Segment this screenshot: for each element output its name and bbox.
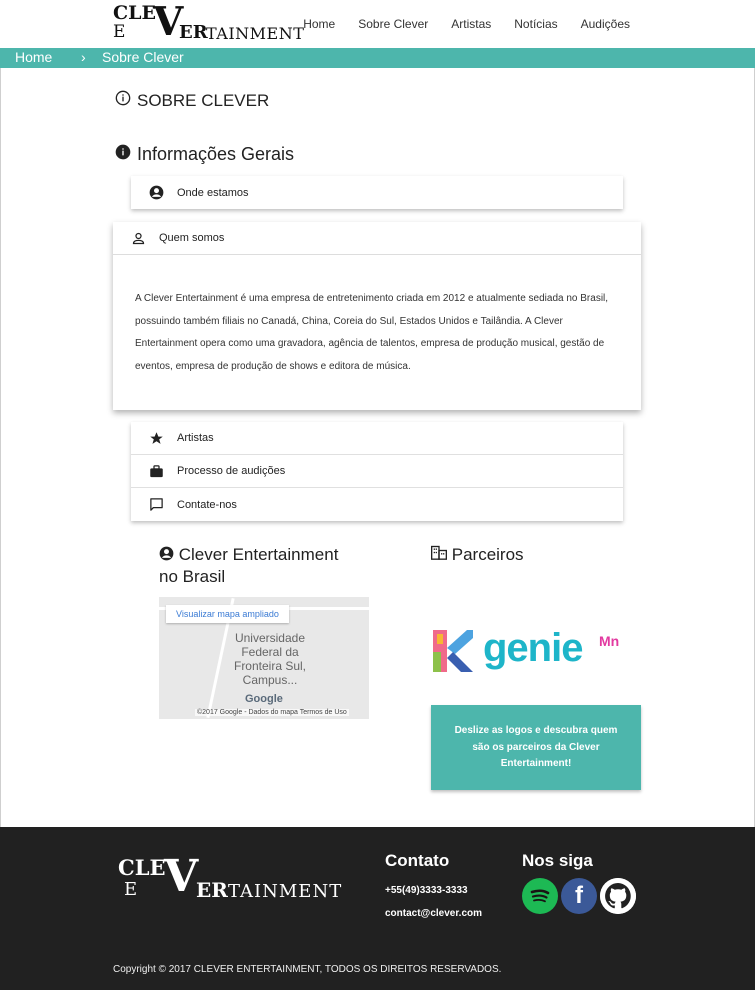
briefcase-icon	[145, 460, 167, 482]
chat-icon	[145, 494, 167, 516]
brasil-title: Clever Entertainment no Brasil	[159, 544, 369, 587]
person-icon	[127, 227, 149, 249]
logo-part: CLE	[113, 2, 156, 24]
nav-noticias[interactable]: Notícias	[514, 17, 557, 31]
contact-email[interactable]: contact@clever.com	[385, 908, 482, 919]
spotify-icon[interactable]	[522, 878, 558, 914]
business-icon	[431, 544, 447, 565]
collapsible-body: A Clever Entertainment é uma empresa de …	[135, 293, 609, 372]
collapsible-header-quem-somos[interactable]: Quem somos	[113, 222, 641, 255]
breadcrumb-home[interactable]: Home	[15, 49, 52, 65]
info-icon	[115, 144, 131, 165]
chevron-right-icon: ›	[81, 49, 86, 65]
collapsible-label: Contate-nos	[177, 498, 237, 511]
header: CLE V E ER TAINMENT Home Sobre Clever Ar…	[0, 0, 755, 48]
github-icon[interactable]	[600, 878, 636, 914]
breadcrumb-current: Sobre Clever	[102, 49, 184, 65]
facebook-icon[interactable]: f	[561, 878, 597, 914]
footer-logo[interactable]: CLE V E ER TAINMENT	[118, 855, 348, 905]
nav-home[interactable]: Home	[303, 17, 335, 31]
map-place-label: Universidade Federal da Fronteira Sul, C…	[233, 631, 307, 687]
google-logo: Google	[245, 693, 283, 705]
logo-part: E	[113, 22, 126, 42]
star-icon	[145, 427, 167, 449]
page-title-text: SOBRE CLEVER	[137, 90, 270, 110]
logo-part: E	[124, 879, 138, 900]
page-border-left	[0, 68, 1, 828]
site-logo[interactable]: CLE V E ER TAINMENT	[113, 2, 305, 44]
brasil-title-line2: no Brasil	[159, 567, 226, 586]
collapsible-header-processo-audicoes[interactable]: Processo de audições	[131, 455, 623, 488]
contact-title: Contato	[385, 851, 450, 870]
brasil-title-line1: Clever Entertainment	[178, 545, 339, 564]
info-outline-icon	[115, 90, 131, 111]
partners-carousel[interactable]: genie Mn	[431, 626, 641, 676]
collapsible-label: Artistas	[177, 432, 214, 444]
collapsible-header-artistas[interactable]: Artistas	[131, 422, 623, 455]
social-links: f	[522, 878, 636, 914]
logo-part: ER	[196, 878, 228, 902]
logo-part: TAINMENT	[206, 24, 305, 43]
partners-cta: Deslize as logos e descubra quem são os …	[431, 705, 641, 790]
nav-artistas[interactable]: Artistas	[451, 17, 491, 31]
section-title: Informações Gerais	[115, 144, 294, 165]
view-larger-map-link[interactable]: Visualizar mapa ampliado	[166, 605, 289, 623]
logo-part: TAINMENT	[228, 881, 343, 902]
parceiros-title-text: Parceiros	[451, 545, 524, 564]
collapsible-top: Onde estamos	[131, 176, 623, 209]
embedded-map[interactable]: Visualizar mapa ampliado Universidade Fe…	[159, 597, 369, 719]
collapsible-header-onde-estamos[interactable]: Onde estamos	[131, 176, 623, 209]
collapsible-label: Processo de audições	[177, 465, 286, 477]
copyright: Copyright © 2017 CLEVER ENTERTAINMENT, T…	[113, 964, 502, 975]
logo-part: CLE	[118, 855, 166, 880]
footer: CLE V E ER TAINMENT Contato +55(49)3333-…	[0, 827, 755, 990]
nav-sobre-clever[interactable]: Sobre Clever	[358, 17, 428, 31]
collapsible-label: Onde estamos	[177, 186, 249, 199]
nav-audicoes[interactable]: Audições	[581, 17, 630, 31]
collapsible-label: Quem somos	[159, 232, 225, 244]
account-circle-icon	[145, 182, 167, 204]
logo-part: ER	[179, 22, 208, 43]
collapsible-header-contate-nos[interactable]: Contate-nos	[131, 488, 623, 521]
section-title-text: Informações Gerais	[137, 144, 295, 164]
account-circle-icon	[159, 545, 174, 566]
genie-logo[interactable]: genie	[483, 626, 583, 670]
parceiros-title: Parceiros	[431, 544, 524, 565]
main-nav: Home Sobre Clever Artistas Notícias Audi…	[303, 17, 630, 31]
map-attribution[interactable]: ©2017 Google - Dados do mapa Termos de U…	[195, 709, 349, 716]
logo-part: V	[164, 851, 199, 902]
contact-phone: +55(49)3333-3333	[385, 885, 468, 896]
collapsible-active: Quem somos A Clever Entertainment é uma …	[113, 222, 641, 410]
k-logo-icon	[433, 630, 479, 672]
page-title: SOBRE CLEVER	[115, 90, 269, 111]
mnet-logo[interactable]: Mn	[599, 632, 619, 650]
follow-title: Nos siga	[522, 851, 593, 870]
breadcrumb: Home › Sobre Clever	[0, 48, 755, 68]
collapsible-bottom: Artistas Processo de audições Contate-no…	[131, 422, 623, 521]
